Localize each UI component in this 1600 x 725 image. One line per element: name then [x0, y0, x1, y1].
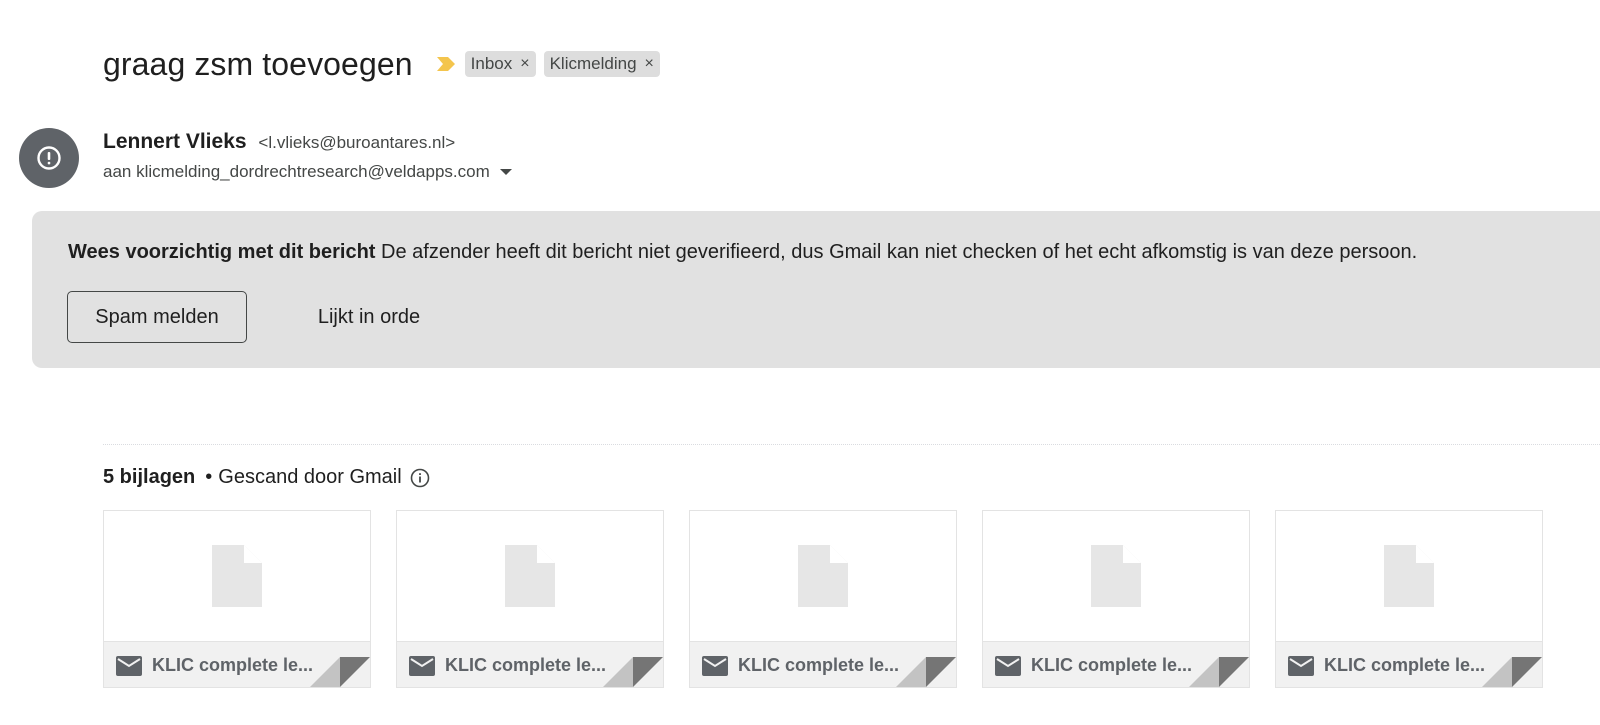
attachments-separator: •: [205, 466, 213, 488]
looks-safe-button[interactable]: Lijkt in orde: [294, 291, 444, 343]
attachment-card[interactable]: KLIC complete le...: [103, 510, 371, 688]
attachment-name: KLIC complete le...: [738, 655, 900, 675]
attachment-card[interactable]: KLIC complete le...: [689, 510, 957, 688]
warning-banner: Wees voorzichtig met dit bericht De afze…: [32, 211, 1600, 368]
file-icon: [1091, 545, 1141, 607]
remove-label-klicmelding-button[interactable]: ×: [645, 51, 654, 77]
sender-line: Lennert Vlieks <l.vlieks@buroantares.nl>: [103, 130, 455, 154]
attachment-card[interactable]: KLIC complete le...: [1275, 510, 1543, 688]
page-fold-corner: [896, 657, 956, 687]
warning-body: De afzender heeft dit bericht niet gever…: [381, 241, 1418, 263]
alert-icon: [37, 146, 61, 170]
page-fold-corner: [603, 657, 663, 687]
attachment-preview: [104, 511, 370, 641]
attachment-name: KLIC complete le...: [445, 655, 607, 675]
label-chip-text: Inbox: [470, 54, 513, 73]
mail-icon: [702, 656, 728, 676]
file-icon: [1384, 545, 1434, 607]
label-chip-inbox: Inbox ×: [464, 51, 536, 77]
attachment-name: KLIC complete le...: [152, 655, 314, 675]
attachments-count: 5 bijlagen: [103, 466, 196, 488]
page-fold-corner: [1482, 657, 1542, 687]
file-icon: [212, 545, 262, 607]
mail-icon: [116, 656, 142, 676]
label-chip-klicmelding: Klicmelding ×: [543, 51, 660, 77]
attachments-header: 5 bijlagen • Gescand door Gmail: [103, 466, 430, 489]
show-details-dropdown-icon[interactable]: [499, 169, 512, 175]
mail-icon: [995, 656, 1021, 676]
warning-title: Wees voorzichtig met dit bericht: [68, 241, 376, 263]
mail-icon: [409, 656, 435, 676]
divider: [103, 444, 1600, 445]
attachment-preview: [1276, 511, 1542, 641]
recipient-line: aan klicmelding_dordrechtresearch@veldap…: [103, 162, 512, 182]
attachment-preview: [690, 511, 956, 641]
warning-message: Wees voorzichtig met dit bericht De afze…: [68, 241, 1417, 264]
file-icon: [505, 545, 555, 607]
sender-avatar[interactable]: [19, 128, 79, 188]
importance-marker-icon[interactable]: [435, 56, 457, 72]
subject-row: graag zsm toevoegen Inbox × Klicmelding …: [103, 40, 660, 88]
file-icon: [798, 545, 848, 607]
page-fold-corner: [310, 657, 370, 687]
page-fold-corner: [1189, 657, 1249, 687]
attachment-preview: [983, 511, 1249, 641]
report-spam-button[interactable]: Spam melden: [67, 291, 247, 343]
attachment-preview: [397, 511, 663, 641]
email-subject: graag zsm toevoegen: [103, 45, 413, 82]
attachments-scan-status: Gescand door Gmail: [218, 466, 402, 488]
label-chip-text: Klicmelding: [549, 54, 637, 73]
info-icon[interactable]: [410, 468, 430, 488]
attachment-card[interactable]: KLIC complete le...: [396, 510, 664, 688]
attachment-name: KLIC complete le...: [1324, 655, 1486, 675]
remove-label-inbox-button[interactable]: ×: [520, 51, 529, 77]
attachment-name: KLIC complete le...: [1031, 655, 1193, 675]
sender-email: <l.vlieks@buroantares.nl>: [258, 133, 456, 152]
sender-name[interactable]: Lennert Vlieks: [103, 130, 247, 153]
recipient-text: aan klicmelding_dordrechtresearch@veldap…: [103, 162, 490, 181]
attachment-card[interactable]: KLIC complete le...: [982, 510, 1250, 688]
mail-icon: [1288, 656, 1314, 676]
